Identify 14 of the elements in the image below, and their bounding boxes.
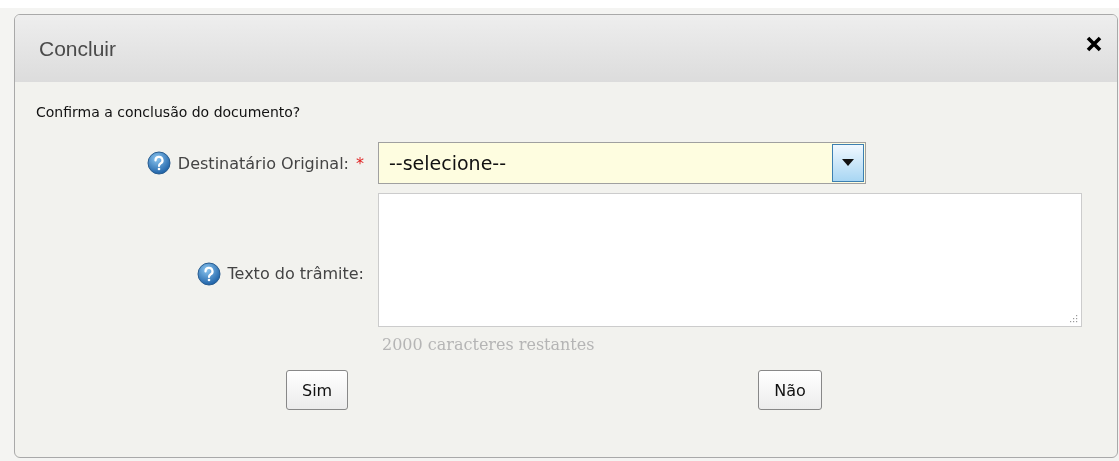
help-icon[interactable] [196,261,221,286]
field-label: Texto do trâmite: [227,264,364,283]
recipient-select[interactable]: --selecione-- [378,142,866,184]
no-button[interactable]: Não [758,370,822,410]
required-marker: * [356,153,364,173]
yes-button[interactable]: Sim [286,370,349,410]
field-label: Destinatário Original: [177,153,349,173]
character-counter: 2000 caracteres restantes [382,335,596,354]
resize-grip-icon [1070,315,1078,323]
dialog-title: Concluir [39,36,117,61]
confirmation-question: Confirma a conclusão do documento? [36,104,302,120]
close-icon[interactable] [1085,34,1103,53]
dropdown-arrow-icon [842,159,854,167]
help-icon[interactable] [146,151,171,175]
